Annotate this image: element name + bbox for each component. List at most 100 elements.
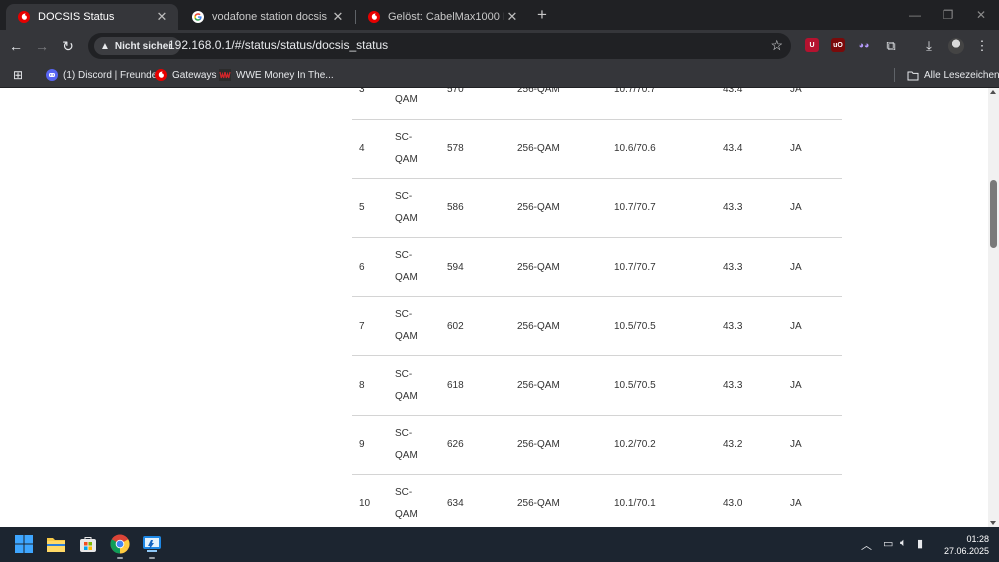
channel-id: 7 (359, 320, 365, 332)
frequency: 578 (447, 143, 464, 155)
close-icon[interactable]: ✕ (504, 9, 520, 25)
close-icon[interactable]: ✕ (154, 9, 170, 25)
channel-id: 9 (359, 439, 365, 451)
address-bar[interactable]: ▲ Nicht sicher 192.168.0.1/#/status/stat… (88, 33, 791, 59)
tab-cabelmax[interactable]: Gelöst: CabelMax1000 DOCSIS ✕ (356, 4, 528, 30)
snr-value: 10.2/70.2 (614, 439, 656, 451)
vodafone-icon (368, 11, 380, 23)
all-bookmarks-button[interactable]: Alle Lesezeichen (907, 67, 999, 83)
restore-icon[interactable]: ❐ (939, 6, 957, 24)
profile-avatar[interactable] (948, 38, 964, 54)
download-icon[interactable]: ⤓ (920, 37, 938, 55)
snr-value: 10.7/70.7 (614, 261, 656, 273)
tab-title: DOCSIS Status (38, 11, 115, 23)
minimize-icon[interactable]: — (906, 6, 924, 24)
bookmark-discord[interactable]: (1) Discord | Freunde (46, 67, 157, 83)
power-level: 43.3 (723, 202, 743, 214)
windows-taskbar: ︿ ▭ 🔈︎ ▮ 01:28 27.06.2025 (0, 527, 999, 562)
page-content: 3 QAM 570 256-QAM 10.7/70.7 43.4 JA 4 SC… (0, 88, 988, 527)
ublock-origin-icon[interactable]: uO (831, 38, 845, 52)
extensions-puzzle-icon[interactable]: ⧉ (882, 37, 900, 55)
qam-level: 256-QAM (517, 498, 560, 510)
bookmark-label: Gateways (172, 69, 217, 81)
taskbar-clock[interactable]: 01:28 27.06.2025 (944, 533, 989, 557)
lock-status: JA (790, 143, 802, 155)
table-row: 4 SC- QAM 578 256-QAM 10.6/70.6 43.4 JA (352, 119, 842, 179)
table-row: 6 SC- QAM 594 256-QAM 10.7/70.7 43.3 JA (352, 238, 842, 297)
file-explorer-icon[interactable] (45, 533, 67, 555)
frequency: 570 (447, 88, 464, 95)
frequency: 618 (447, 380, 464, 392)
scroll-down-icon[interactable] (990, 521, 996, 525)
microsoft-store-icon[interactable] (77, 533, 99, 555)
lock-status: JA (790, 261, 802, 273)
qam-level: 256-QAM (517, 380, 560, 392)
forward-arrow-icon[interactable]: → (33, 37, 51, 55)
frequency: 634 (447, 498, 464, 510)
close-window-icon[interactable]: ✕ (972, 6, 990, 24)
wwe-icon (219, 69, 231, 81)
tab-strip: DOCSIS Status ✕ vodafone station docsis … (0, 0, 999, 30)
url-text[interactable]: 192.168.0.1/#/status/status/docsis_statu… (168, 38, 388, 52)
snr-value: 10.5/70.5 (614, 320, 656, 332)
discord-icon (46, 69, 58, 81)
table-row: 10 SC- QAM 634 256-QAM 10.1/70.1 43.0 JA (352, 474, 842, 527)
folder-icon (907, 69, 919, 81)
modulation: SC- QAM (395, 190, 418, 224)
modulation: SC- QAM (395, 250, 418, 284)
menu-kebab-icon[interactable]: ⋮ (973, 37, 991, 55)
warning-icon: ▲ (100, 40, 110, 52)
running-indicator (117, 557, 123, 559)
bookmark-gateways[interactable]: Gateways (155, 67, 216, 83)
security-label: Nicht sicher (114, 40, 173, 52)
lock-status: JA (790, 380, 802, 392)
back-arrow-icon[interactable]: ← (7, 37, 25, 55)
page-scrollbar[interactable] (988, 88, 999, 527)
snr-value: 10.1/70.1 (614, 498, 656, 510)
channel-id: 10 (359, 498, 371, 510)
qam-level: 256-QAM (517, 439, 560, 451)
bookmark-wwe[interactable]: WWE Money In The... (219, 67, 334, 83)
channel-id: 4 (359, 143, 365, 155)
bookmarks-bar: ⊞ (1) Discord | Freunde Gateways WWE Mon… (0, 62, 999, 88)
scroll-up-icon[interactable] (990, 90, 996, 94)
power-level: 43.3 (723, 320, 743, 332)
bookmark-star-icon[interactable]: ☆ (770, 37, 783, 54)
reload-icon[interactable]: ↻ (59, 37, 77, 55)
tab-vodafone-search[interactable]: vodafone station docsis werte - ✕ (180, 4, 354, 30)
scrollbar-thumb[interactable] (990, 180, 997, 248)
chrome-icon[interactable] (109, 533, 131, 555)
frequency: 586 (447, 202, 464, 214)
close-icon[interactable]: ✕ (330, 9, 346, 25)
power-level: 43.3 (723, 380, 743, 392)
table-row: 3 QAM 570 256-QAM 10.7/70.7 43.4 JA (352, 88, 842, 120)
new-tab-button[interactable]: + (533, 6, 551, 24)
lock-status: JA (790, 439, 802, 451)
modulation: SC- QAM (395, 131, 418, 165)
table-row: 9 SC- QAM 626 256-QAM 10.2/70.2 43.2 JA (352, 415, 842, 475)
browser-toolbar: ← → ↻ ▲ Nicht sicher 192.168.0.1/#/statu… (0, 30, 999, 62)
modulation: SC- QAM (395, 427, 418, 461)
windows-start-icon[interactable] (13, 533, 35, 555)
tab-docsis-status[interactable]: DOCSIS Status ✕ (6, 4, 178, 30)
network-icon[interactable]: ▭ (883, 537, 893, 550)
power-level: 43.0 (723, 498, 743, 510)
remote-app-icon[interactable] (141, 533, 163, 555)
qam-level: 256-QAM (517, 202, 560, 214)
apps-grid-icon[interactable]: ⊞ (9, 66, 27, 84)
ublock-shield-icon[interactable]: U (805, 38, 819, 52)
volume-icon[interactable]: 🔈︎ (900, 537, 907, 550)
power-level: 43.3 (723, 261, 743, 273)
lock-status: JA (790, 202, 802, 214)
all-bookmarks-label: Alle Lesezeichen (924, 69, 999, 81)
tab-title: Gelöst: CabelMax1000 DOCSIS (388, 11, 504, 23)
extension-eyes-icon[interactable]: ◕◕ (857, 38, 871, 52)
qam-level: 256-QAM (517, 261, 560, 273)
battery-icon[interactable]: ▮ (917, 537, 923, 550)
snr-value: 10.5/70.5 (614, 380, 656, 392)
table-row: 5 SC- QAM 586 256-QAM 10.7/70.7 43.3 JA (352, 178, 842, 238)
vodafone-icon (18, 11, 30, 23)
show-hidden-icons-chevron-icon[interactable]: ︿ (861, 537, 872, 553)
tab-title: vodafone station docsis werte - (212, 11, 330, 23)
snr-value: 10.7/70.7 (614, 88, 656, 95)
